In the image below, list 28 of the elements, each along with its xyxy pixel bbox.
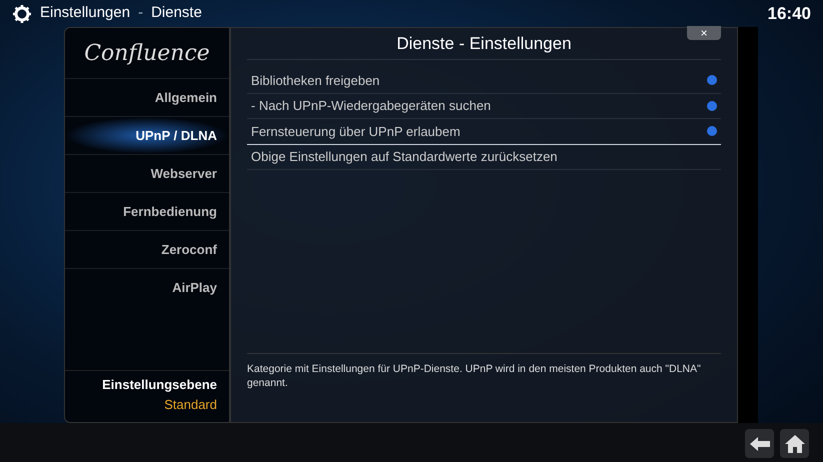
setting-row[interactable]: Bibliotheken freigeben bbox=[247, 68, 721, 94]
confluence-logo: Confluence bbox=[84, 40, 210, 68]
header-title: Einstellungen bbox=[40, 3, 130, 24]
dialog-title: Dienste - Einstellungen bbox=[396, 32, 572, 55]
home-button[interactable] bbox=[780, 429, 809, 458]
settings-icon bbox=[12, 4, 32, 24]
category-description: Kategorie mit Einstellungen für UPnP-Dienste. UPnP wird in den meisten Produkten auch "DLNA" genannt. bbox=[247, 362, 702, 390]
home-icon bbox=[784, 434, 804, 452]
settings-level-label: Einstellungsebene bbox=[102, 376, 217, 394]
settings-level-value[interactable]: Standard bbox=[164, 394, 217, 414]
setting-label: Obige Einstellungen auf Standardwerte zurücksetzen bbox=[251, 148, 558, 166]
close-button[interactable]: × bbox=[687, 26, 721, 40]
sidebar-item[interactable]: Webserver bbox=[65, 154, 229, 192]
back-button[interactable] bbox=[745, 429, 774, 458]
setting-label: Bibliotheken freigeben bbox=[251, 72, 380, 90]
sidebar-item[interactable]: Zeroconf bbox=[65, 230, 229, 268]
setting-row[interactable]: Obige Einstellungen auf Standardwerte zurücksetzen bbox=[247, 144, 721, 170]
sidebar-item[interactable]: UPnP / DLNA bbox=[65, 116, 229, 154]
sidebar-item[interactable]: Fernbedienung bbox=[65, 192, 229, 230]
setting-label: Fernsteuerung über UPnP erlaubem bbox=[251, 122, 460, 141]
setting-row[interactable]: - Nach UPnP-Wiedergabegeräten suchen bbox=[247, 94, 721, 119]
header-section: Dienste bbox=[151, 2, 202, 25]
setting-row[interactable]: Fernsteuerung über UPnP erlaubem bbox=[247, 119, 721, 144]
header-separator: - bbox=[138, 3, 144, 24]
setting-label: - Nach UPnP-Wiedergabegeräten suchen bbox=[251, 97, 491, 115]
clock-time: 16:40 bbox=[768, 2, 811, 25]
back-arrow-icon bbox=[750, 436, 770, 450]
sidebar-item[interactable]: AirPlay bbox=[65, 268, 229, 306]
